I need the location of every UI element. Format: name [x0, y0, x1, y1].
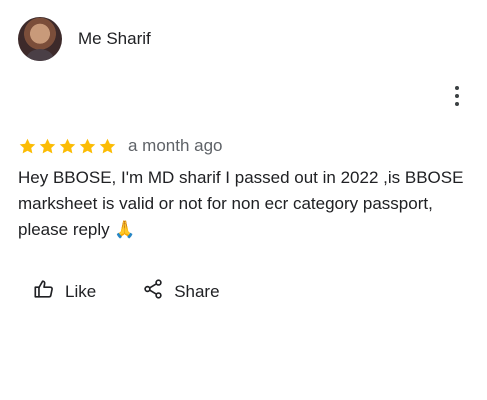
share-label: Share — [174, 281, 220, 301]
share-icon — [142, 278, 164, 305]
star-icon — [19, 138, 36, 153]
review-date: a month ago — [128, 136, 223, 155]
star-icon — [79, 138, 96, 153]
rating-row: a month ago — [18, 136, 223, 156]
share-button[interactable]: Share — [142, 278, 220, 305]
like-label: Like — [65, 281, 97, 301]
star-icon — [99, 138, 116, 153]
review-actions: Like Share — [33, 278, 220, 305]
thumb-up-icon — [33, 278, 55, 305]
author-name[interactable]: Me Sharif — [78, 29, 151, 49]
review-header: Me Sharif — [18, 17, 151, 61]
more-options-icon[interactable] — [448, 86, 466, 106]
star-icon — [59, 138, 76, 153]
star-rating — [18, 137, 118, 156]
star-icon — [39, 138, 56, 153]
review-text: Hey BBOSE, I'm MD sharif I passed out in… — [18, 168, 464, 239]
like-button[interactable]: Like — [33, 278, 96, 305]
avatar[interactable] — [18, 17, 62, 61]
